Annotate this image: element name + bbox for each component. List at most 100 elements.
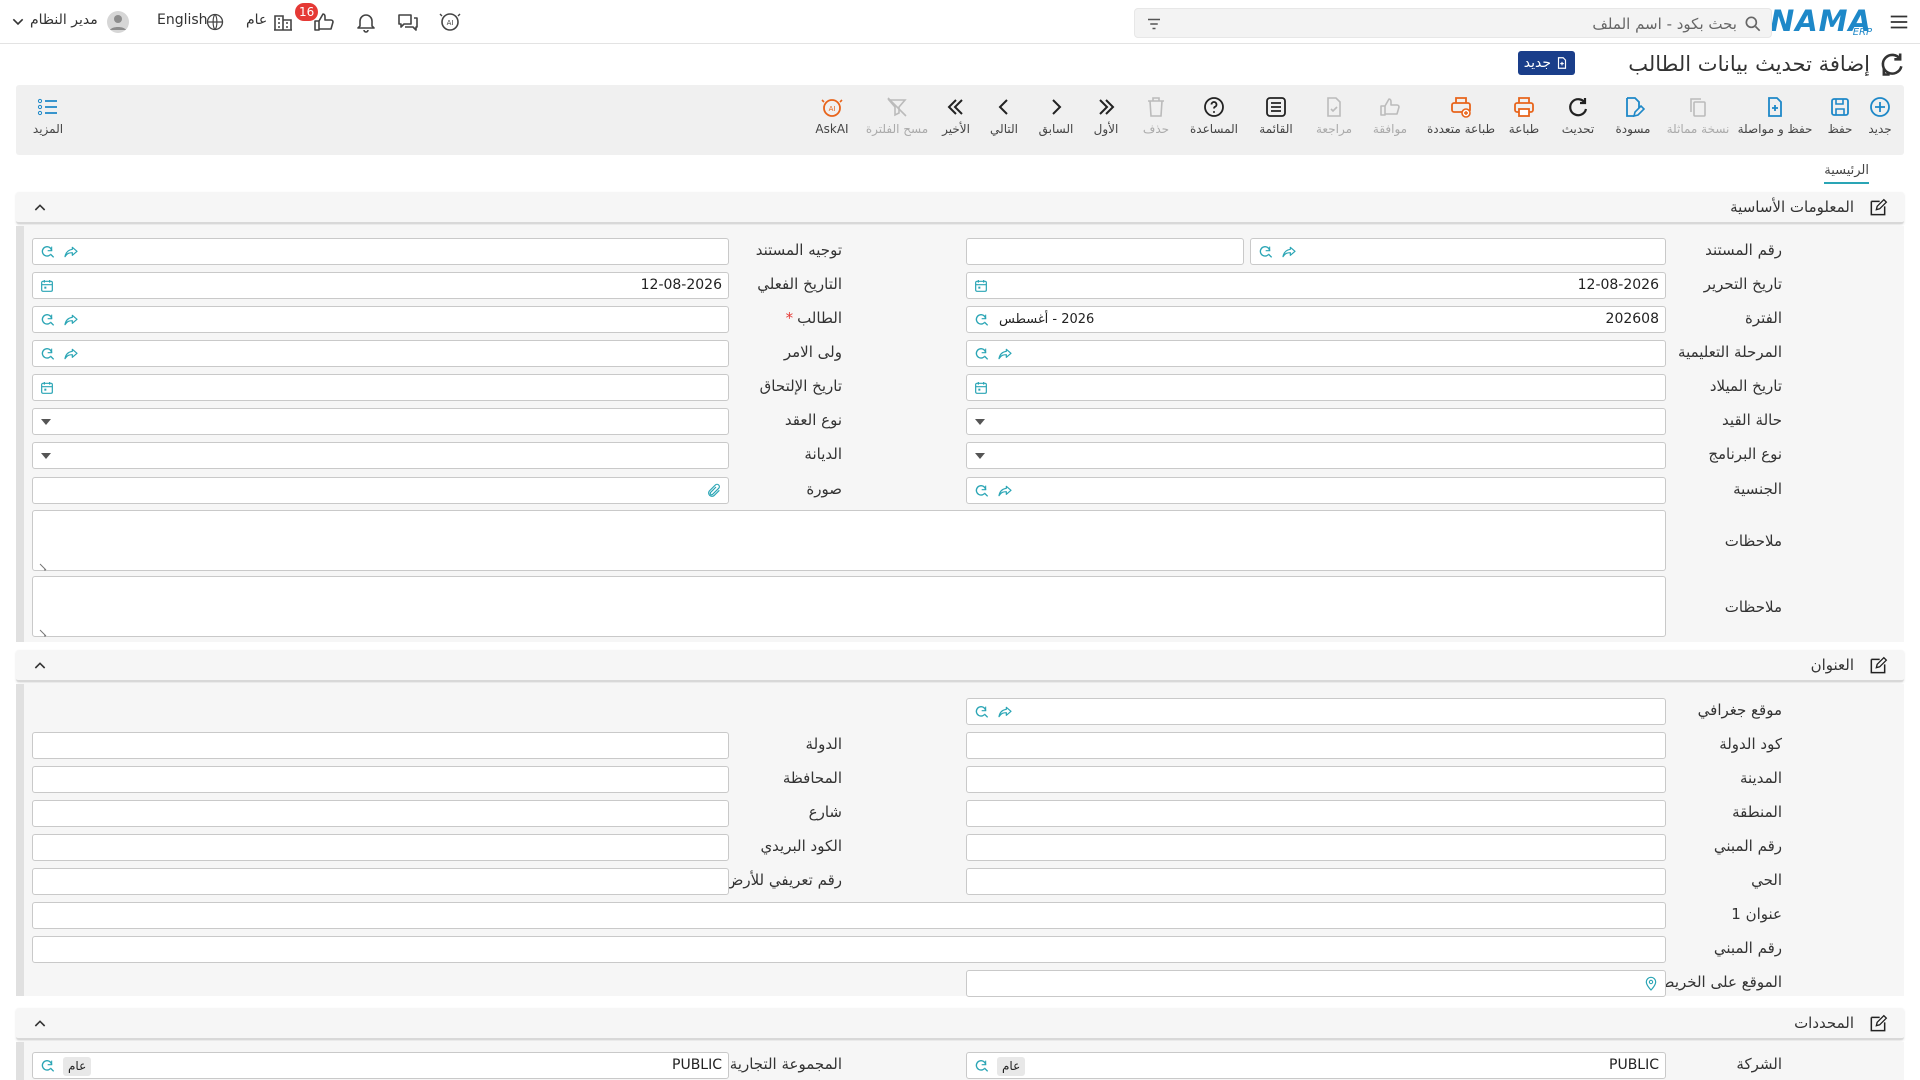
notes-1-textarea[interactable] — [32, 510, 1666, 571]
actual-date-field[interactable]: 12-08-2026 — [32, 272, 729, 299]
country-code-field[interactable] — [966, 732, 1666, 759]
first-record-button[interactable]: الأول — [1088, 95, 1124, 151]
help-button[interactable]: المساعدة — [1186, 95, 1242, 151]
dropdown-arrow-icon[interactable] — [41, 453, 51, 459]
contract-type-select[interactable] — [32, 408, 729, 435]
company-field[interactable]: PUBLIC عام — [966, 1052, 1666, 1079]
student-field[interactable] — [32, 306, 729, 333]
group-field[interactable]: PUBLIC عام — [32, 1052, 729, 1079]
map-location-field[interactable] — [966, 970, 1666, 997]
print-button[interactable]: طباعة — [1504, 95, 1544, 151]
search-refresh-icon[interactable] — [973, 346, 989, 362]
search-refresh-icon[interactable] — [973, 312, 989, 328]
chevron-up-icon[interactable] — [32, 200, 48, 216]
search-refresh-icon[interactable] — [39, 312, 55, 328]
new-button[interactable]: جديد — [1860, 95, 1900, 151]
scope-label[interactable]: عام — [246, 12, 267, 28]
forward-icon[interactable] — [997, 704, 1013, 720]
save-button[interactable]: حفظ — [1820, 95, 1860, 151]
search-refresh-icon[interactable] — [1257, 244, 1273, 260]
program-type-select[interactable] — [966, 442, 1666, 469]
postal-code-field[interactable] — [32, 834, 729, 861]
draft-button[interactable]: مسودة — [1610, 95, 1656, 151]
join-date-field[interactable] — [32, 374, 729, 401]
chevron-up-icon[interactable] — [32, 1016, 48, 1032]
reload-icon[interactable] — [1878, 50, 1906, 78]
clear-filter-button[interactable]: مسح الفلترة — [864, 95, 930, 151]
calendar-icon[interactable] — [973, 278, 989, 294]
forward-icon[interactable] — [63, 346, 79, 362]
enroll-status-select[interactable] — [966, 408, 1666, 435]
language-switch[interactable]: English — [157, 12, 208, 28]
resize-handle-icon[interactable] — [38, 626, 48, 637]
forward-icon[interactable] — [997, 483, 1013, 499]
search-refresh-icon[interactable] — [39, 1058, 55, 1074]
app-logo[interactable]: NAMA ERP — [1770, 4, 1872, 38]
notes-2-textarea[interactable] — [32, 576, 1666, 637]
basic-info-section-header[interactable]: المعلومات الأساسية — [16, 192, 1904, 224]
globe-icon[interactable] — [205, 12, 225, 32]
nationality-field[interactable] — [966, 477, 1666, 504]
religion-select[interactable] — [32, 442, 729, 469]
search-refresh-icon[interactable] — [973, 483, 989, 499]
user-name[interactable]: مدير النظام — [30, 12, 98, 28]
resize-handle-icon[interactable] — [38, 560, 48, 571]
birth-date-field[interactable] — [966, 374, 1666, 401]
ask-ai-button[interactable]: AI AskAI — [812, 95, 852, 151]
building-icon[interactable] — [271, 10, 295, 34]
duplicate-button[interactable]: نسخة مماثلة — [1666, 95, 1730, 151]
district-field[interactable] — [966, 868, 1666, 895]
governorate-field[interactable] — [32, 766, 729, 793]
forward-icon[interactable] — [997, 346, 1013, 362]
doc-number-extra-field[interactable] — [966, 238, 1244, 265]
building-number-2-field[interactable] — [32, 936, 1666, 963]
last-record-button[interactable]: الأخير — [938, 95, 974, 151]
building-number-field[interactable] — [966, 834, 1666, 861]
tab-main[interactable]: الرئيسية — [1824, 163, 1869, 184]
calendar-icon[interactable] — [39, 278, 55, 294]
chevron-up-icon[interactable] — [32, 658, 48, 674]
bell-icon[interactable] — [354, 10, 378, 34]
review-button[interactable]: مراجعة — [1312, 95, 1356, 151]
period-field[interactable]: 202608 2026 - أغسطس — [966, 306, 1666, 333]
calendar-icon[interactable] — [973, 380, 989, 396]
ai-assistant-icon[interactable]: AI — [438, 10, 462, 34]
previous-record-button[interactable]: السابق — [1036, 95, 1076, 151]
land-id-field[interactable] — [32, 868, 729, 895]
doc-direction-field[interactable] — [32, 238, 729, 265]
calendar-icon[interactable] — [39, 380, 55, 396]
more-button[interactable]: المزيد — [28, 95, 68, 151]
multi-print-button[interactable]: طباعة متعددة — [1426, 95, 1496, 151]
next-record-button[interactable]: التالي — [986, 95, 1022, 151]
forward-icon[interactable] — [63, 244, 79, 260]
search-refresh-icon[interactable] — [39, 346, 55, 362]
country-field[interactable] — [32, 732, 729, 759]
stage-field[interactable] — [966, 340, 1666, 367]
street-field[interactable] — [32, 800, 729, 827]
chevron-down-icon[interactable] — [10, 14, 26, 30]
dropdown-arrow-icon[interactable] — [41, 419, 51, 425]
dropdown-arrow-icon[interactable] — [975, 419, 985, 425]
city-field[interactable] — [966, 766, 1666, 793]
map-pin-icon[interactable] — [1643, 976, 1659, 992]
approve-button[interactable]: موافقة — [1368, 95, 1412, 151]
guardian-field[interactable] — [32, 340, 729, 367]
delete-button[interactable]: حذف — [1138, 95, 1174, 151]
photo-field[interactable] — [32, 477, 729, 504]
user-avatar-icon[interactable] — [106, 10, 130, 34]
forward-icon[interactable] — [1281, 244, 1297, 260]
address-section-header[interactable]: العنوان — [16, 650, 1904, 682]
refresh-button[interactable]: تحديث — [1556, 95, 1600, 151]
determinants-section-header[interactable]: المحددات — [16, 1008, 1904, 1040]
geo-location-field[interactable] — [966, 698, 1666, 725]
region-field[interactable] — [966, 800, 1666, 827]
filter-icon[interactable] — [1145, 15, 1163, 33]
chat-icon[interactable] — [396, 10, 420, 34]
doc-number-field[interactable] — [1250, 238, 1666, 265]
dropdown-arrow-icon[interactable] — [975, 453, 985, 459]
search-refresh-icon[interactable] — [39, 244, 55, 260]
save-continue-button[interactable]: حفظ و مواصلة — [1736, 95, 1814, 151]
list-button[interactable]: القائمة — [1254, 95, 1298, 151]
search-icon[interactable] — [1743, 14, 1763, 34]
hamburger-menu-icon[interactable] — [1888, 11, 1910, 33]
